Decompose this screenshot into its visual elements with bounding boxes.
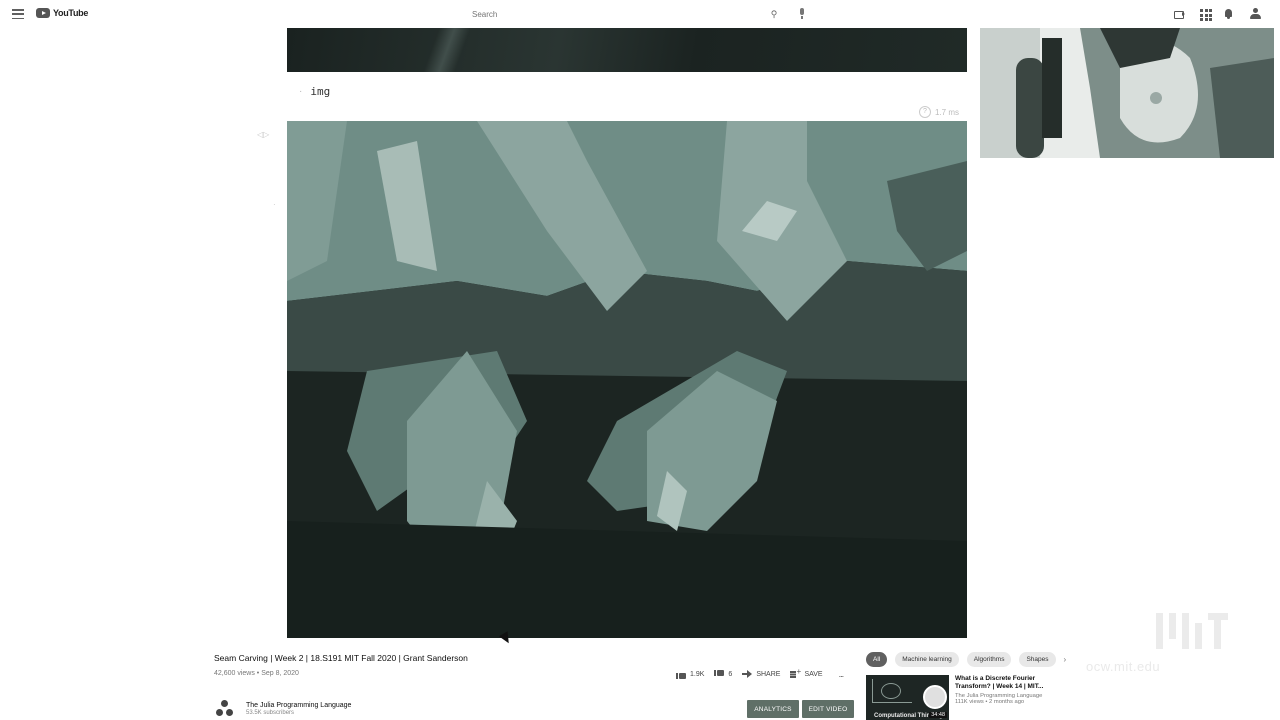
video-title: Seam Carving | Week 2 | 18.S191 MIT Fall…: [214, 653, 468, 663]
chip-algorithms[interactable]: Algorithms: [966, 652, 1012, 667]
recommended-title[interactable]: What is a Discrete Fourier Transform? | …: [955, 675, 1055, 691]
dislike-count: 6: [728, 670, 733, 678]
chip-machine-learning[interactable]: Machine learning: [895, 652, 959, 667]
notebook-image-output: [287, 121, 967, 638]
previous-image-cell: [287, 28, 967, 72]
youtube-logo-icon: [36, 8, 50, 18]
cell-gutter-mark: ◁▷: [257, 130, 270, 139]
thumb-down-icon: [714, 669, 725, 679]
channel-subscribers: 53.5K subscribers: [246, 710, 295, 716]
apps-icon[interactable]: [1199, 8, 1212, 21]
youtube-logo[interactable]: YouTube: [36, 8, 88, 18]
related-filter-chips: All Machine learning Algorithms Shapes ›: [866, 652, 1066, 667]
analytics-button[interactable]: ANALYTICS: [747, 700, 799, 718]
create-video-icon[interactable]: [1174, 8, 1186, 20]
recommended-video[interactable]: Computational Thinking 34:48 What is a D…: [866, 675, 1055, 720]
save-button[interactable]: SAVE: [790, 667, 823, 678]
more-options-icon[interactable]: ...: [839, 669, 844, 679]
watermark-url: ocw.mit.edu: [1086, 659, 1161, 674]
cell-run-time: 1.7 ms: [934, 107, 959, 117]
thumbnail-presenter: [923, 685, 947, 709]
video-actions: 1.9K 6 SHARE SAVE ...: [676, 667, 844, 679]
logo-text: YouTube: [53, 8, 89, 18]
markdown-text: img: [310, 85, 331, 98]
video-views-date: 42,600 views • Sep 8, 2020: [214, 670, 299, 677]
mit-logo: [1156, 613, 1231, 649]
channel-info: The Julia Programming Language 53.5K sub…: [216, 700, 351, 718]
search-icon[interactable]: ⚲: [768, 8, 780, 20]
help-icon[interactable]: ?: [918, 106, 931, 118]
search-input[interactable]: [472, 7, 762, 21]
share-button[interactable]: SHARE: [742, 670, 780, 678]
video-player[interactable]: · img ? 1.7 ms: [287, 28, 967, 638]
cell-gutter-dot: ·: [273, 200, 276, 209]
like-button[interactable]: 1.9K: [676, 670, 704, 679]
markdown-cell: · img: [299, 85, 330, 98]
dislike-button[interactable]: 6: [714, 669, 733, 679]
channel-name[interactable]: The Julia Programming Language: [246, 702, 351, 709]
share-label: SHARE: [756, 670, 781, 678]
like-count: 1.9K: [690, 670, 705, 678]
recommended-info: What is a Discrete Fourier Transform? | …: [955, 675, 1055, 720]
youtube-watch-page: YouTube ⚲ ◁▷ · · img ? 1.7 ms: [0, 0, 1280, 720]
top-bar: YouTube ⚲: [0, 0, 1280, 28]
recommended-thumbnail[interactable]: Computational Thinking 34:48: [866, 675, 949, 720]
cell-run-info: ? 1.7 ms: [918, 106, 959, 118]
notifications-bell-icon[interactable]: [1223, 8, 1235, 20]
share-icon: [742, 670, 753, 678]
mic-icon[interactable]: [797, 8, 807, 20]
image-content: [287, 121, 967, 638]
thumb-up-icon: [676, 670, 686, 679]
channel-avatar[interactable]: [216, 700, 234, 718]
chip-all[interactable]: All: [866, 652, 888, 667]
channel-text: The Julia Programming Language 53.5K sub…: [246, 702, 351, 716]
webcam-presenter-image: [980, 28, 1274, 158]
chip-shapes[interactable]: Shapes: [1019, 652, 1056, 667]
cell-bullet-icon: ·: [299, 86, 303, 97]
save-playlist-icon: [790, 667, 801, 678]
mit-ocw-watermark: ocw.mit.edu: [1078, 610, 1238, 680]
edit-video-button[interactable]: EDIT VIDEO: [802, 700, 854, 718]
menu-icon[interactable]: [12, 9, 24, 19]
webcam-overlay: [980, 28, 1274, 158]
chevron-right-icon[interactable]: ›: [1064, 655, 1067, 664]
recommended-views: 111K views • 2 months ago: [955, 699, 1025, 705]
save-label: SAVE: [804, 670, 823, 678]
video-duration: 34:48: [929, 712, 947, 718]
thumbnail-graph: [872, 679, 912, 703]
account-icon[interactable]: [1250, 8, 1262, 20]
